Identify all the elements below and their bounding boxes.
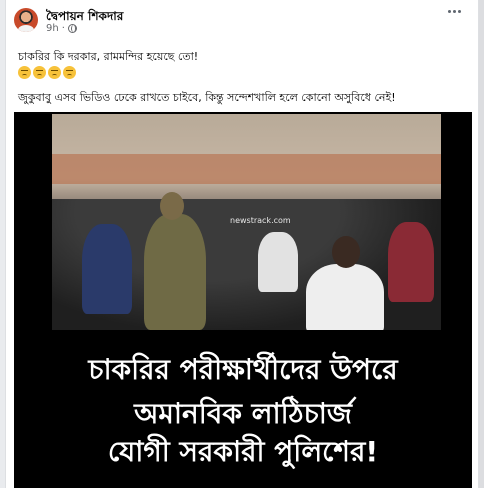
meta-separator: · (61, 23, 65, 34)
disappointed-face-icon (33, 66, 46, 79)
author-avatar[interactable] (14, 8, 38, 32)
person-white-shirt (306, 264, 384, 330)
person-blue-shirt (82, 224, 132, 314)
headline-line-3: যোগী সরকারী পুলিশের! (107, 435, 379, 468)
video-watermark: newstrack.com (230, 216, 291, 225)
person-head (332, 236, 360, 268)
post-text-line-2: জুকুবাবু এসব ভিডিও ঢেকে রাখতে চাইবে, কিন… (18, 91, 396, 104)
video-frame[interactable]: newstrack.com (52, 114, 441, 330)
globe-icon[interactable] (67, 24, 77, 33)
post-time[interactable]: 9h (46, 23, 59, 34)
post-meta: 9h · (46, 23, 77, 34)
scrollbar[interactable] (479, 0, 484, 488)
police-officer-head (160, 192, 184, 220)
background-wall (52, 154, 441, 184)
disappointed-face-icon (63, 66, 76, 79)
person-red-shirt (388, 222, 434, 302)
emoji-row (18, 66, 76, 79)
post-media[interactable]: newstrack.com চাকরির পরীক্ষার্থীদের উপরে… (14, 112, 472, 488)
police-officer (144, 214, 206, 330)
headline-line-1: চাকরির পরীক্ষার্থীদের উপরে (88, 353, 398, 386)
disappointed-face-icon (18, 66, 31, 79)
disappointed-face-icon (48, 66, 61, 79)
post-text-line-1: চাকরির কি দরকার, রামমন্দির হয়েছে তো! (18, 50, 199, 63)
post-card: দ্বৈপায়ন শিকদার 9h · চাকরির কি দরকার, র… (5, 0, 479, 488)
more-options-icon[interactable] (448, 10, 466, 18)
post-header: দ্বৈপায়ন শিকদার 9h · (14, 8, 454, 40)
person-white-shirt-2 (258, 232, 298, 292)
